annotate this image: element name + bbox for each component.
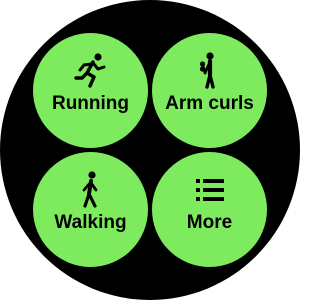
list-icon [190,170,230,210]
workout-tile-more[interactable]: More [152,152,267,267]
walking-icon [71,170,111,210]
tile-label: More [186,212,233,233]
workout-tile-running[interactable]: Running [33,33,148,148]
tile-label: Arm curls [165,93,254,114]
workout-tile-walking[interactable]: Walking [33,152,148,267]
watch-face: Running Arm curls Walking More [0,0,300,300]
workout-tile-arm-curls[interactable]: Arm curls [152,33,267,148]
tile-label: Running [51,93,130,114]
running-icon [71,51,111,91]
arm-curls-icon [190,51,230,91]
tile-label: Walking [54,212,127,233]
